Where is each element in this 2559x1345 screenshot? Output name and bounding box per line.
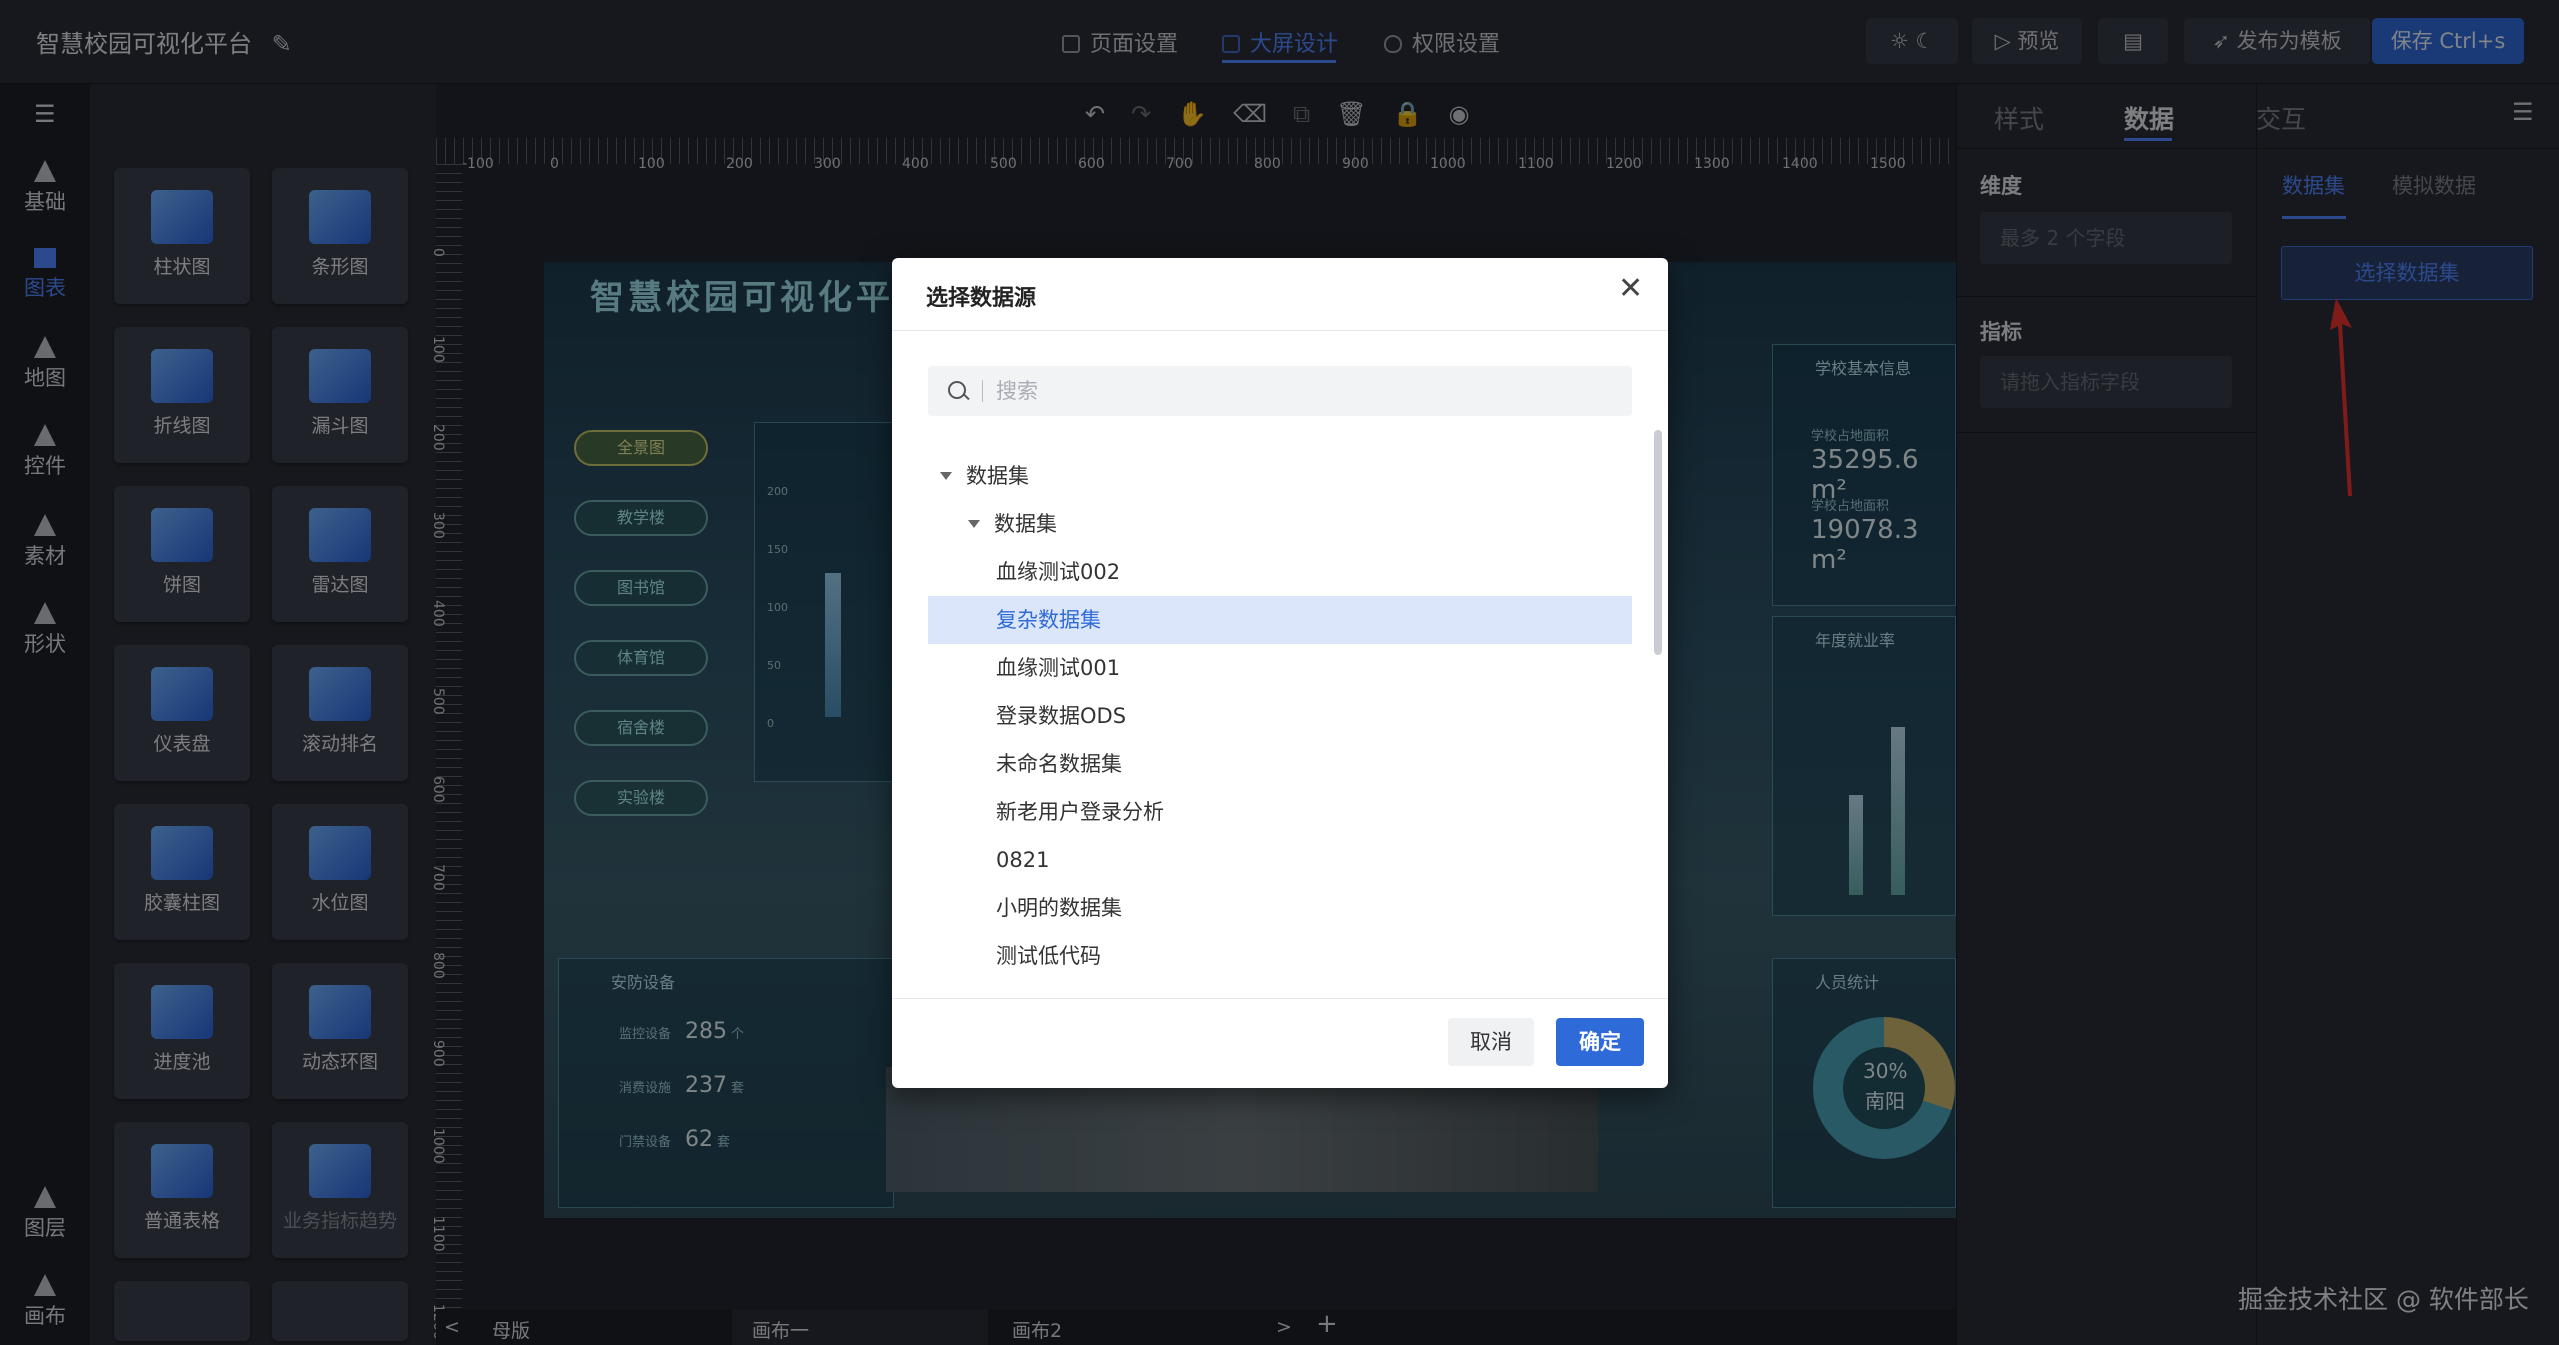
dataset-tree-item[interactable]: 0821 — [928, 836, 1632, 884]
dataset-tree-item[interactable]: 复杂数据集 — [928, 596, 1632, 644]
tree-root-label: 数据集 — [966, 464, 1029, 488]
close-icon[interactable]: ✕ — [1618, 274, 1643, 304]
dataset-tree-item[interactable]: 未命名数据集 — [928, 740, 1632, 788]
dataset-tree-item[interactable]: 新老用户登录分析 — [928, 788, 1632, 836]
cancel-button[interactable]: 取消 — [1448, 1018, 1534, 1066]
dialog-header-divider — [892, 330, 1668, 331]
dataset-tree-item[interactable]: 血缘测试001 — [928, 644, 1632, 692]
dataset-tree-item[interactable]: 登录数据ODS — [928, 692, 1632, 740]
caret-down-icon[interactable] — [940, 472, 952, 480]
dataset-tree-item[interactable]: 测试低代码 — [928, 932, 1632, 980]
dialog-footer-divider — [892, 998, 1668, 999]
caret-down-icon[interactable] — [968, 520, 980, 528]
search-divider — [982, 380, 983, 402]
confirm-button[interactable]: 确定 — [1556, 1018, 1644, 1066]
tree-child-label: 数据集 — [994, 512, 1057, 536]
dialog-title: 选择数据源 — [926, 286, 1037, 311]
select-datasource-dialog: 选择数据源 ✕ 数据集 数据集 血缘测试002复杂数据集血缘测试001登录数据O… — [892, 258, 1668, 1088]
tree-root-node[interactable]: 数据集 — [940, 452, 1029, 500]
tree-child-node[interactable]: 数据集 — [968, 500, 1057, 548]
dataset-search — [928, 366, 1632, 416]
dataset-tree-item[interactable]: 小明的数据集 — [928, 884, 1632, 932]
dialog-scrollbar[interactable] — [1654, 430, 1662, 655]
search-input[interactable] — [994, 366, 1614, 416]
search-icon — [948, 381, 966, 399]
dataset-tree-item[interactable]: 血缘测试002 — [928, 548, 1632, 596]
